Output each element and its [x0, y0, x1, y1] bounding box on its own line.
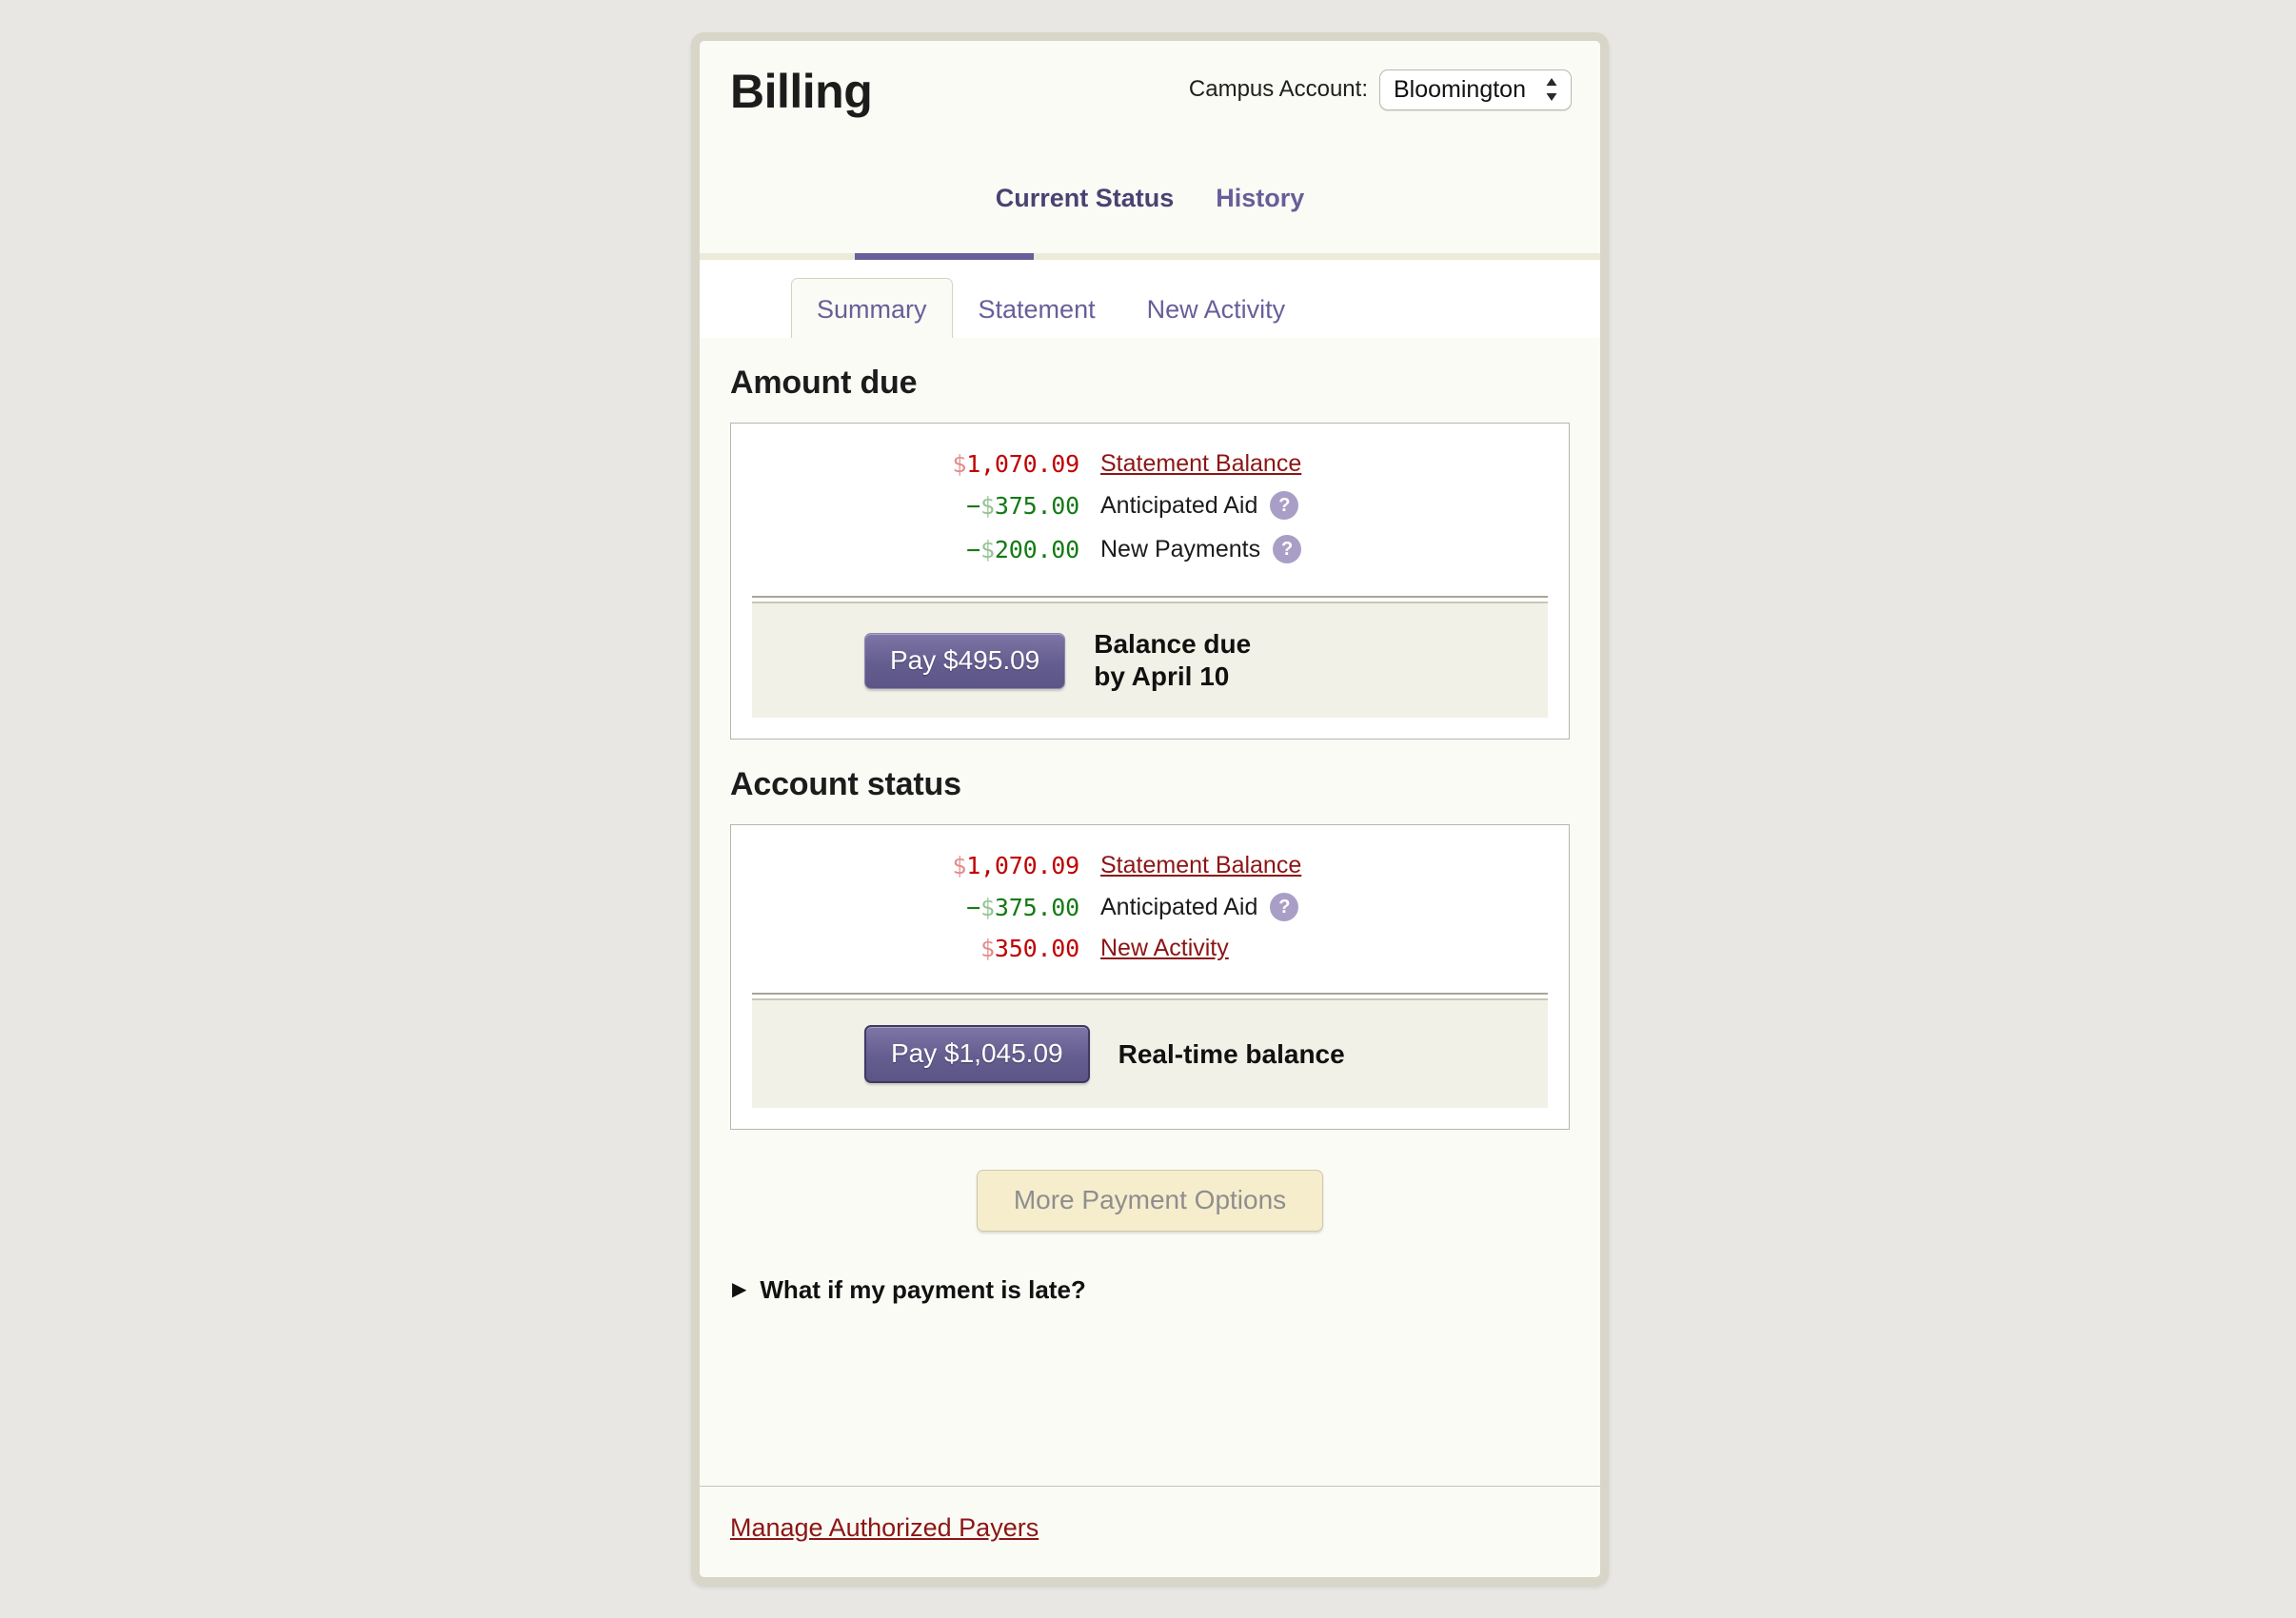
campus-account-value: Bloomington	[1394, 76, 1526, 103]
amount-due-total-row: Pay $495.09 Balance due by April 10	[752, 602, 1548, 719]
page-title: Billing	[730, 65, 873, 118]
realtime-balance-text: Real-time balance	[1118, 1038, 1345, 1071]
more-payment-options-button[interactable]: More Payment Options	[976, 1170, 1324, 1232]
table-row: $350.00 New Activity	[765, 935, 1534, 963]
question-mark-icon[interactable]: ?	[1270, 491, 1299, 520]
tab-history[interactable]: History	[1195, 179, 1325, 213]
account-status-total-row: Pay $1,045.09 Real-time balance	[752, 998, 1548, 1109]
amount-value: $1,070.09	[952, 852, 1079, 880]
statement-balance-link[interactable]: Statement Balance	[1100, 452, 1301, 476]
subtab-summary[interactable]: Summary	[791, 277, 953, 341]
amount-due-heading: Amount due	[730, 365, 918, 401]
payment-late-label: What if my payment is late?	[760, 1274, 1086, 1304]
tab-current-status[interactable]: Current Status	[975, 179, 1196, 213]
active-tab-underline	[855, 253, 1034, 260]
question-mark-icon[interactable]: ?	[1270, 893, 1299, 922]
balance-due-line2: by April 10	[1094, 661, 1230, 692]
campus-account-select[interactable]: Bloomington	[1379, 69, 1572, 110]
amount-due-panel: $1,070.09 Statement Balance −$375.00 Ant…	[730, 423, 1570, 740]
account-status-heading: Account status	[730, 766, 961, 803]
manage-authorized-payers-link[interactable]: Manage Authorized Payers	[730, 1513, 1039, 1542]
summary-content: Amount due $1,070.09 Statement Balance −…	[700, 338, 1600, 1486]
amount-value: −$200.00	[966, 535, 1079, 563]
question-mark-icon[interactable]: ?	[1273, 535, 1302, 563]
table-row: −$375.00 Anticipated Aid ?	[765, 491, 1534, 520]
triangle-right-icon: ▶	[732, 1279, 747, 1301]
table-row: −$200.00 New Payments ?	[765, 535, 1534, 563]
up-down-chevron-icon	[1546, 78, 1557, 102]
subtab-statement[interactable]: Statement	[953, 278, 1121, 338]
amount-label-cell: New Payments ?	[1100, 535, 1302, 563]
amount-value: $350.00	[980, 935, 1079, 963]
primary-tabs: Current Status History	[700, 179, 1600, 253]
table-row: $1,070.09 Statement Balance	[765, 854, 1534, 878]
amount-due-rows: $1,070.09 Statement Balance −$375.00 Ant…	[731, 424, 1569, 581]
billing-card: Billing Campus Account: Bloomington Curr…	[691, 32, 1609, 1586]
amount-label-cell: Anticipated Aid ?	[1100, 893, 1299, 922]
amount-label-cell: New Activity	[1100, 937, 1229, 960]
amount-value: $1,070.09	[952, 450, 1079, 478]
balance-due-line1: Balance due	[1094, 629, 1252, 659]
account-status-total-strip: Pay $1,045.09 Real-time balance	[752, 993, 1548, 1109]
statement-balance-link[interactable]: Statement Balance	[1100, 854, 1301, 878]
page-header: Billing Campus Account: Bloomington	[700, 41, 1600, 179]
amount-due-total-strip: Pay $495.09 Balance due by April 10	[752, 596, 1548, 719]
new-payments-label: New Payments	[1100, 535, 1261, 562]
anticipated-aid-label: Anticipated Aid	[1100, 491, 1258, 519]
anticipated-aid-label: Anticipated Aid	[1100, 893, 1258, 920]
realtime-balance-line1: Real-time balance	[1118, 1038, 1345, 1069]
table-row: −$375.00 Anticipated Aid ?	[765, 893, 1534, 922]
campus-account-control: Campus Account: Bloomington	[1189, 69, 1572, 110]
primary-tabs-rule	[700, 253, 1600, 260]
sub-tabs: Summary Statement New Activity	[700, 260, 1600, 341]
amount-label-cell: Statement Balance	[1100, 854, 1301, 878]
campus-account-label: Campus Account:	[1188, 76, 1368, 103]
account-status-rows: $1,070.09 Statement Balance −$375.00 Ant…	[731, 825, 1569, 977]
amount-value: −$375.00	[966, 491, 1079, 520]
payment-late-disclosure[interactable]: ▶ What if my payment is late?	[732, 1275, 1570, 1305]
billing-card-inner: Billing Campus Account: Bloomington Curr…	[700, 41, 1600, 1577]
pay-realtime-balance-button[interactable]: Pay $1,045.09	[864, 1025, 1090, 1084]
more-payment-options-wrap: More Payment Options	[730, 1170, 1570, 1232]
new-activity-link[interactable]: New Activity	[1100, 937, 1229, 960]
pay-balance-due-button[interactable]: Pay $495.09	[864, 632, 1066, 689]
amount-label-cell: Anticipated Aid ?	[1100, 491, 1299, 520]
balance-due-text: Balance due by April 10	[1094, 628, 1251, 693]
card-footer: Manage Authorized Payers	[700, 1486, 1600, 1577]
amount-label-cell: Statement Balance	[1100, 452, 1301, 476]
account-status-panel: $1,070.09 Statement Balance −$375.00 Ant…	[730, 824, 1570, 1131]
amount-value: −$375.00	[966, 893, 1079, 921]
table-row: $1,070.09 Statement Balance	[765, 450, 1534, 478]
subtab-new-activity[interactable]: New Activity	[1121, 278, 1312, 338]
